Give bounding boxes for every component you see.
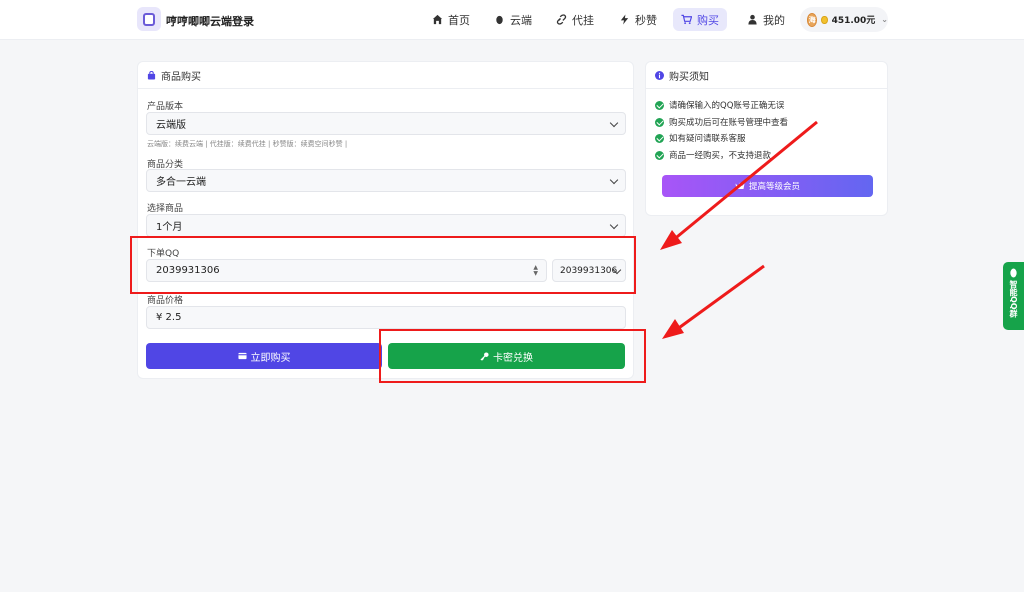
nav-home-label: 首页: [448, 13, 470, 27]
price-label: 商品价格: [147, 296, 184, 306]
home-icon: [432, 14, 443, 25]
product-label: 选择商品: [147, 204, 184, 214]
penguin-icon: [496, 15, 503, 25]
chevron-down-icon: [609, 220, 619, 230]
bolt-icon: [620, 14, 629, 25]
logo[interactable]: [137, 7, 161, 31]
chevron-down-icon: ⌄: [881, 15, 888, 24]
balance-menu[interactable]: 海 451.00元 ⌄: [800, 7, 888, 32]
notice-item-text: 商品一经购买，不支持退款: [669, 151, 772, 161]
buy-now-button[interactable]: 立即购买: [146, 343, 382, 369]
check-circle-icon: [655, 117, 664, 127]
upgrade-vip-label: 提高等级会员: [748, 182, 800, 192]
notice-item-text: 如有疑问请联系客服: [669, 134, 746, 144]
nav-mine-label: 我的: [763, 13, 785, 27]
nav-proxy-label: 代挂: [572, 13, 594, 27]
product-select[interactable]: 1个月: [146, 214, 626, 237]
notice-item-text: 购买成功后可在账号管理中查看: [669, 118, 789, 128]
notice-item-text: 请确保输入的QQ账号正确无误: [669, 101, 785, 111]
coin-icon: [821, 15, 828, 24]
nav-buy-label: 购买: [697, 13, 719, 27]
nav-like-label: 秒赞: [635, 13, 657, 27]
notice-card: 购买须知 请确保输入的QQ账号正确无误 购买成功后可在账号管理中查看 如有疑问请…: [645, 61, 888, 216]
user-icon: [748, 14, 757, 25]
link-icon: [556, 14, 567, 25]
qq-group-side-tab[interactable]: 智能QQ群: [1003, 262, 1024, 330]
nav-home[interactable]: 首页: [424, 8, 478, 31]
nav-buy[interactable]: 购买: [673, 8, 727, 31]
annotation-box-qq: [130, 236, 636, 294]
crown-icon: [735, 182, 745, 189]
check-circle-icon: [655, 150, 664, 160]
buy-now-label: 立即购买: [250, 352, 291, 364]
purchase-card-title: 商品购买: [161, 71, 201, 83]
nav-proxy[interactable]: 代挂: [548, 8, 602, 31]
notice-item: 如有疑问请联系客服: [655, 132, 746, 144]
notice-card-title: 购买须知: [669, 71, 709, 83]
product-select-value: 1个月: [156, 222, 183, 233]
nav-mine[interactable]: 我的: [739, 8, 793, 31]
version-label: 产品版本: [147, 102, 184, 112]
nav-cloud[interactable]: 云端: [486, 8, 540, 31]
version-hint: 云端版：续费云端 | 代挂版：续费代挂 | 秒赞版：续费空间秒赞 |: [147, 140, 348, 148]
bag-icon: [147, 70, 156, 80]
price-field: ¥ 2.5: [146, 306, 626, 329]
top-header: 哼哼唧唧云端登录 首页 云端 代挂 秒赞 购买 我的 海 451.00元 ⌄: [0, 0, 1024, 40]
notice-item: 商品一经购买，不支持退款: [655, 149, 771, 161]
annotation-arrow: [662, 264, 765, 339]
check-circle-icon: [655, 100, 664, 110]
nav-like[interactable]: 秒赞: [611, 8, 665, 31]
info-icon: [655, 70, 664, 80]
penguin-icon: [1010, 268, 1017, 278]
purchase-card-header: 商品购买: [138, 62, 633, 89]
chevron-down-icon: [609, 175, 619, 185]
notice-item: 购买成功后可在账号管理中查看: [655, 116, 788, 128]
chevron-down-icon: [609, 118, 619, 128]
category-select[interactable]: 多合一云端: [146, 169, 626, 192]
annotation-box-redeem: [379, 329, 646, 383]
nav-cloud-label: 云端: [510, 13, 532, 27]
version-select[interactable]: 云端版: [146, 112, 626, 135]
avatar: 海: [807, 12, 818, 27]
check-circle-icon: [655, 133, 664, 143]
balance-amount: 451.00元: [831, 16, 876, 26]
side-tab-label: 智能QQ群: [1009, 280, 1018, 318]
brand-title[interactable]: 哼哼唧唧云端登录: [166, 13, 254, 29]
price-value: ¥ 2.5: [156, 312, 182, 323]
upgrade-vip-button[interactable]: 提高等级会员: [662, 175, 873, 197]
cart-icon: [681, 14, 692, 25]
notice-card-header: 购买须知: [646, 62, 887, 89]
wallet-icon: [237, 352, 247, 360]
version-select-value: 云端版: [156, 120, 186, 131]
category-select-value: 多合一云端: [156, 177, 206, 188]
notice-item: 请确保输入的QQ账号正确无误: [655, 99, 784, 111]
